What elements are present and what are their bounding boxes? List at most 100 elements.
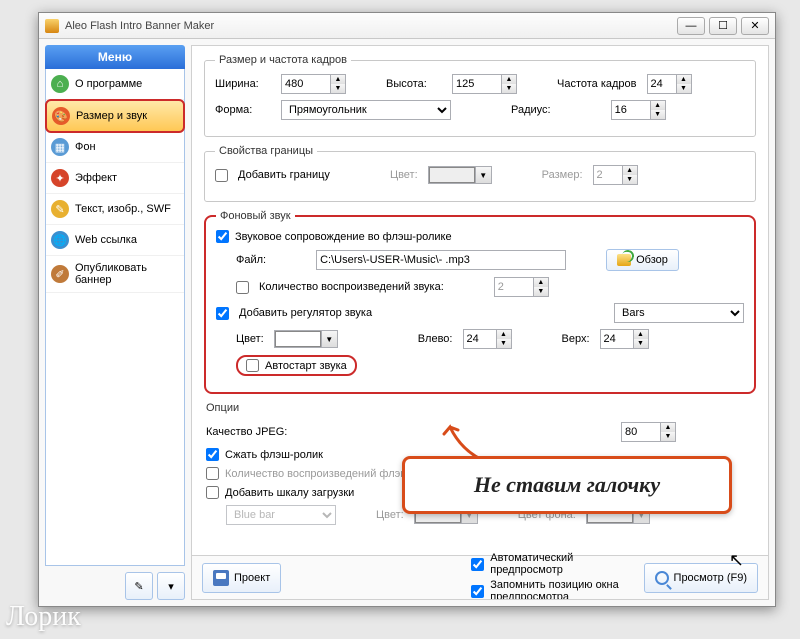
sparkle-icon: ✦: [51, 169, 69, 187]
sidebar-item-label: Web ссылка: [75, 234, 137, 246]
bottom-bar: Проект Автоматический предпросмотр Запом…: [192, 555, 768, 599]
shape-select[interactable]: Прямоугольник: [281, 100, 451, 120]
maximize-button[interactable]: ☐: [709, 17, 737, 35]
width-input[interactable]: [281, 74, 331, 94]
spin-down[interactable]: ▼: [331, 84, 345, 93]
legend-options: Опции: [206, 402, 239, 414]
width-label: Ширина:: [215, 78, 271, 90]
left-label: Влево:: [418, 333, 453, 345]
callout-box: Не ставим галочку: [402, 456, 732, 514]
minimize-button[interactable]: —: [677, 17, 705, 35]
with-sound-checkbox[interactable]: [216, 230, 229, 243]
spin-up[interactable]: ▲: [331, 75, 345, 84]
regulator-checkbox[interactable]: [216, 307, 229, 320]
add-border-checkbox[interactable]: [215, 169, 228, 182]
browse-button[interactable]: Обзор: [606, 249, 679, 271]
top-spinbox[interactable]: ▲▼: [600, 329, 649, 349]
file-label: Файл:: [236, 254, 266, 266]
radius-spinbox[interactable]: ▲▼: [611, 100, 666, 120]
sidebar-footer: ✎ ▾: [45, 566, 185, 600]
sidebar-item-label: О программе: [75, 78, 142, 90]
remember-pos-checkbox[interactable]: [471, 585, 484, 598]
remember-pos-label: Запомнить позицию окна предпросмотра: [490, 579, 633, 600]
flash-loops-checkbox[interactable]: [206, 467, 219, 480]
jpeg-spinbox[interactable]: ▲▼: [621, 422, 676, 442]
autostart-checkbox[interactable]: [246, 359, 259, 372]
watermark: Лорик: [6, 601, 81, 633]
auto-preview-checkbox[interactable]: [471, 558, 484, 571]
compress-label: Сжать флэш-ролик: [225, 449, 323, 461]
app-icon: [45, 19, 59, 33]
sound-color-label: Цвет:: [236, 333, 264, 345]
sidebar-item-web-link[interactable]: 🌐 Web ссылка: [46, 225, 184, 256]
top-label: Верх:: [562, 333, 590, 345]
brush-icon: ✐: [51, 265, 69, 283]
home-icon: ⌂: [51, 75, 69, 93]
compress-checkbox[interactable]: [206, 448, 219, 461]
sound-loops-spinbox[interactable]: ▲▼: [494, 277, 549, 297]
window-title: Aleo Flash Intro Banner Maker: [65, 20, 673, 32]
pencil-icon: ✎: [51, 200, 69, 218]
border-color-label: Цвет:: [390, 169, 418, 181]
height-spinbox[interactable]: ▲▼: [452, 74, 517, 94]
cursor-icon: ↖: [729, 550, 744, 571]
border-color-picker[interactable]: ▼: [428, 166, 492, 184]
project-button[interactable]: Проект: [202, 563, 281, 593]
height-label: Высота:: [386, 78, 442, 90]
menu-list: ⌂ О программе 🎨 Размер и звук ▦ Фон ✦ Эф…: [45, 69, 185, 566]
sidebar-item-size-sound[interactable]: 🎨 Размер и звук: [45, 99, 185, 133]
shape-label: Форма:: [215, 104, 271, 116]
regulator-select[interactable]: Bars: [614, 303, 744, 323]
sidebar-item-label: Опубликовать баннер: [75, 262, 179, 286]
scale-color-label: Цвет:: [376, 509, 404, 521]
sidebar-tool-brush[interactable]: ✎: [125, 572, 153, 600]
sidebar: Меню ⌂ О программе 🎨 Размер и звук ▦ Фон…: [45, 45, 185, 600]
scale-label: Добавить шкалу загрузки: [225, 487, 354, 499]
jpeg-label: Качество JPEG:: [206, 426, 287, 438]
sidebar-item-publish[interactable]: ✐ Опубликовать баннер: [46, 256, 184, 293]
file-input[interactable]: [316, 250, 566, 270]
border-size-spinbox[interactable]: ▲▼: [593, 165, 638, 185]
sidebar-item-label: Текст, изобр., SWF: [75, 203, 171, 215]
palette-icon: 🎨: [52, 107, 70, 125]
app-window: Aleo Flash Intro Banner Maker — ☐ ✕ Меню…: [38, 12, 776, 607]
magnifier-icon: [655, 571, 669, 585]
height-input[interactable]: [452, 74, 502, 94]
sidebar-item-background[interactable]: ▦ Фон: [46, 132, 184, 163]
width-spinbox[interactable]: ▲▼: [281, 74, 346, 94]
sidebar-item-text-img-swf[interactable]: ✎ Текст, изобр., SWF: [46, 194, 184, 225]
legend-sound: Фоновый звук: [216, 210, 295, 222]
autostart-highlight: Автостарт звука: [236, 355, 357, 376]
legend-dimensions: Размер и частота кадров: [215, 54, 351, 66]
sound-color-picker[interactable]: ▼: [274, 330, 338, 348]
content-panel: Размер и частота кадров Ширина: ▲▼ Высот…: [191, 45, 769, 600]
add-border-label: Добавить границу: [238, 169, 330, 181]
globe-icon: 🌐: [51, 231, 69, 249]
auto-preview-label: Автоматический предпросмотр: [490, 552, 633, 576]
floppy-icon: [213, 570, 229, 586]
autostart-label: Автостарт звука: [265, 360, 347, 372]
with-sound-label: Звуковое сопровождение во флэш-ролике: [235, 231, 452, 243]
sidebar-item-label: Эффект: [75, 172, 117, 184]
sidebar-item-effect[interactable]: ✦ Эффект: [46, 163, 184, 194]
close-button[interactable]: ✕: [741, 17, 769, 35]
radius-input[interactable]: [611, 100, 651, 120]
main-area: Меню ⌂ О программе 🎨 Размер и звук ▦ Фон…: [39, 39, 775, 606]
scale-checkbox[interactable]: [206, 486, 219, 499]
image-icon: ▦: [51, 138, 69, 156]
fps-input[interactable]: [647, 74, 677, 94]
sidebar-item-about[interactable]: ⌂ О программе: [46, 69, 184, 100]
sound-loops-checkbox[interactable]: [236, 281, 249, 294]
sound-loops-label: Количество воспроизведений звука:: [259, 281, 444, 293]
scale-type-select: Blue bar: [226, 505, 336, 525]
fps-label: Частота кадров: [557, 78, 637, 90]
left-spinbox[interactable]: ▲▼: [463, 329, 512, 349]
group-border: Свойства границы Добавить границу Цвет: …: [204, 145, 756, 202]
sidebar-item-label: Размер и звук: [76, 110, 147, 122]
radius-label: Радиус:: [511, 104, 551, 116]
titlebar: Aleo Flash Intro Banner Maker — ☐ ✕: [39, 13, 775, 39]
folder-icon: [617, 254, 631, 266]
fps-spinbox[interactable]: ▲▼: [647, 74, 692, 94]
group-sound: Фоновый звук Звуковое сопровождение во ф…: [204, 210, 756, 394]
sidebar-tool-dropdown[interactable]: ▾: [157, 572, 185, 600]
